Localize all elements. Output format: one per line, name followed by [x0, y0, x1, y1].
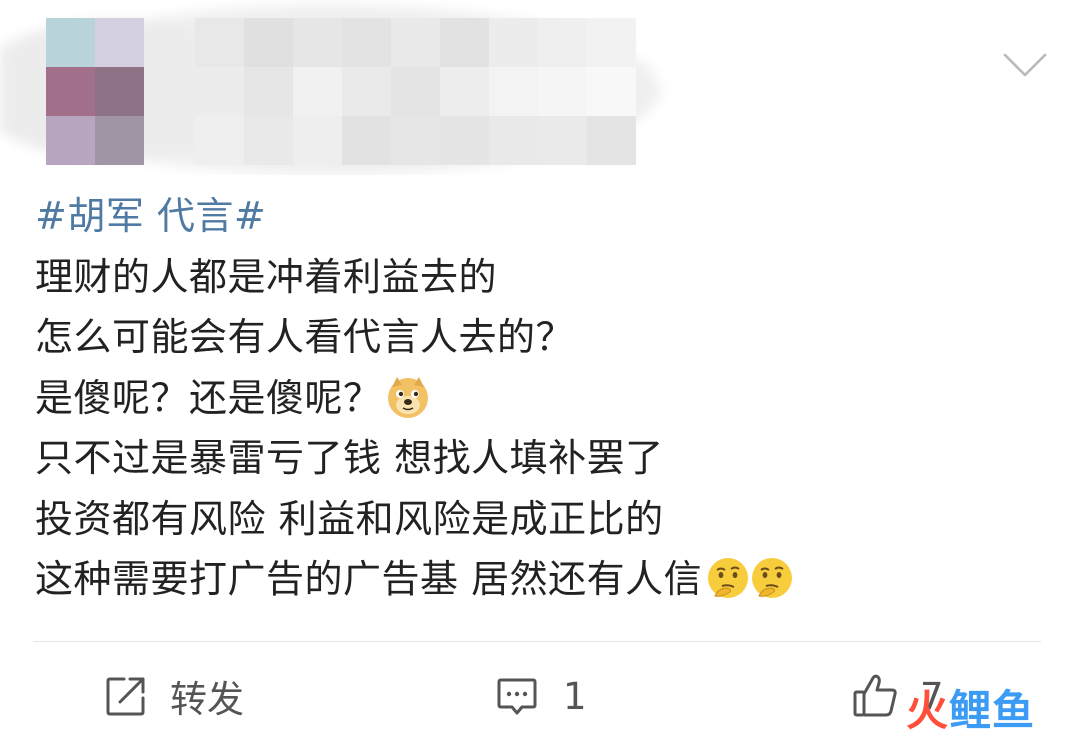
hashtag-link[interactable]: #胡军 代言# — [35, 186, 1045, 247]
repost-label: 转发 — [170, 678, 244, 721]
watermark-logo: 火鲤鱼 — [900, 680, 1070, 735]
thumbs-up-icon — [853, 674, 897, 717]
username[interactable] — [195, 18, 636, 166]
avatar[interactable] — [46, 18, 144, 165]
thinking-emoji — [752, 558, 793, 598]
doge-emoji — [387, 376, 428, 418]
repost-icon — [106, 677, 145, 716]
weibo-post: #胡军 代言# 理财的人都是冲着利益去的 怎么可能会有人看代言人去的？ 是傻呢？… — [0, 0, 1077, 737]
repost-button[interactable]: 转发 — [104, 668, 244, 724]
comment-icon — [497, 678, 537, 715]
post-content: #胡军 代言# 理财的人都是冲着利益去的 怎么可能会有人看代言人去的？ 是傻呢？… — [35, 186, 1045, 610]
post-header — [0, 0, 1077, 175]
comment-count: 1 — [563, 674, 587, 718]
post-line-4: 只不过是暴雷亏了钱 想找人填补罢了 — [35, 436, 664, 480]
chevron-down-icon[interactable] — [1002, 50, 1048, 80]
post-line-6: 这种需要打广告的广告基 居然还有人信 — [35, 549, 1045, 610]
post-line-6-text: 这种需要打广告的广告基 居然还有人信 — [35, 557, 703, 601]
post-line-3: 是傻呢？还是傻呢？ — [35, 368, 1045, 429]
post-line-3-text: 是傻呢？还是傻呢？ — [35, 375, 382, 420]
thinking-emoji — [708, 558, 749, 598]
post-line-1: 理财的人都是冲着利益去的 — [35, 254, 498, 299]
comment-button[interactable]: 1 — [495, 668, 587, 724]
watermark-part-1: 火 — [906, 685, 950, 735]
divider — [33, 641, 1041, 642]
post-line-5: 投资都有风险 利益和风险是成正比的 — [35, 496, 664, 541]
watermark-part-2: 鲤鱼 — [949, 685, 1036, 735]
post-line-2: 怎么可能会有人看代言人去的？ — [35, 315, 575, 359]
